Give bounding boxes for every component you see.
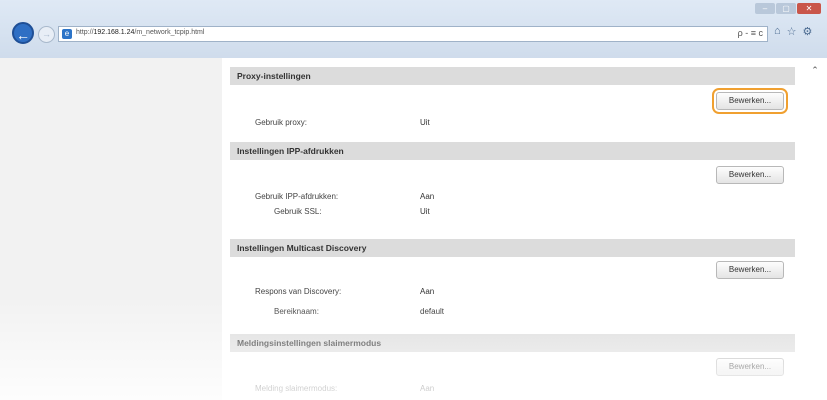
vertical-scrollbar[interactable]: ⌃ [803,58,827,400]
url-text: http://192.168.1.24/m_network_tcpip.html [76,29,204,36]
ipp-use-label: Gebruik IPP-afdrukken: [255,192,339,201]
sleep-notify-value: Aan [420,384,435,393]
settings-gear-icon[interactable]: ⚙ [803,25,813,38]
address-bar[interactable]: e http://192.168.1.24/m_network_tcpip.ht… [58,26,768,42]
favorites-star-icon[interactable]: ☆ [787,25,797,38]
forward-arrow-icon: → [42,29,51,39]
url-path: /m_network_tcpip.html [134,29,205,36]
section-header-multicast: Instellingen Multicast Discovery [230,239,795,257]
section-header-ipp: Instellingen IPP-afdrukken [230,142,795,160]
scope-name-value: default [420,307,445,316]
scroll-up-icon[interactable]: ⌃ [803,65,827,76]
url-prefix: http:// [76,29,94,36]
section-header-sleep: Meldingsinstellingen slaimermodus [230,334,795,352]
left-sidebar [0,58,222,400]
address-tools[interactable]: ρ - ≡ c [738,28,763,38]
ipp-edit-button[interactable]: Bewerken... [716,166,784,184]
browser-chrome: – ▢ ✕ ← → e http://192.168.1.24/m_networ… [0,0,827,58]
back-arrow-icon: ← [16,27,30,43]
url-host: 192.168.1.24 [93,29,135,36]
proxy-edit-button[interactable]: Bewerken... [712,88,788,114]
discovery-response-value: Aan [420,287,435,296]
sleep-notify-label: Melding slaimermodus: [255,384,338,393]
scope-name-label: Bereiknaam: [274,307,319,316]
page-area: Proxy-instellingen Bewerken... Gebruik p… [0,58,827,400]
navigation-bar: ← → e http://192.168.1.24/m_network_tcpi… [0,22,827,50]
forward-button[interactable]: → [38,26,55,43]
close-button[interactable]: ✕ [797,3,821,14]
minimize-button[interactable]: – [755,3,775,14]
ipp-ssl-label: Gebruik SSL: [274,207,322,216]
maximize-button[interactable]: ▢ [776,3,796,14]
multicast-edit-button[interactable]: Bewerken... [716,261,784,279]
toolbar-icons: ⌂ ☆ ⚙ [774,25,812,38]
home-icon[interactable]: ⌂ [774,25,781,38]
back-button[interactable]: ← [12,22,34,44]
window-controls: – ▢ ✕ [755,3,821,14]
proxy-use-value: Uit [420,118,430,127]
discovery-response-label: Respons van Discovery: [255,287,342,296]
section-header-proxy: Proxy-instellingen [230,67,795,85]
ipp-ssl-value: Uit [420,207,430,216]
page-icon: e [62,29,72,39]
proxy-use-label: Gebruik proxy: [255,118,308,127]
sleep-edit-button[interactable]: Bewerken... [716,358,784,376]
ipp-use-value: Aan [420,192,435,201]
